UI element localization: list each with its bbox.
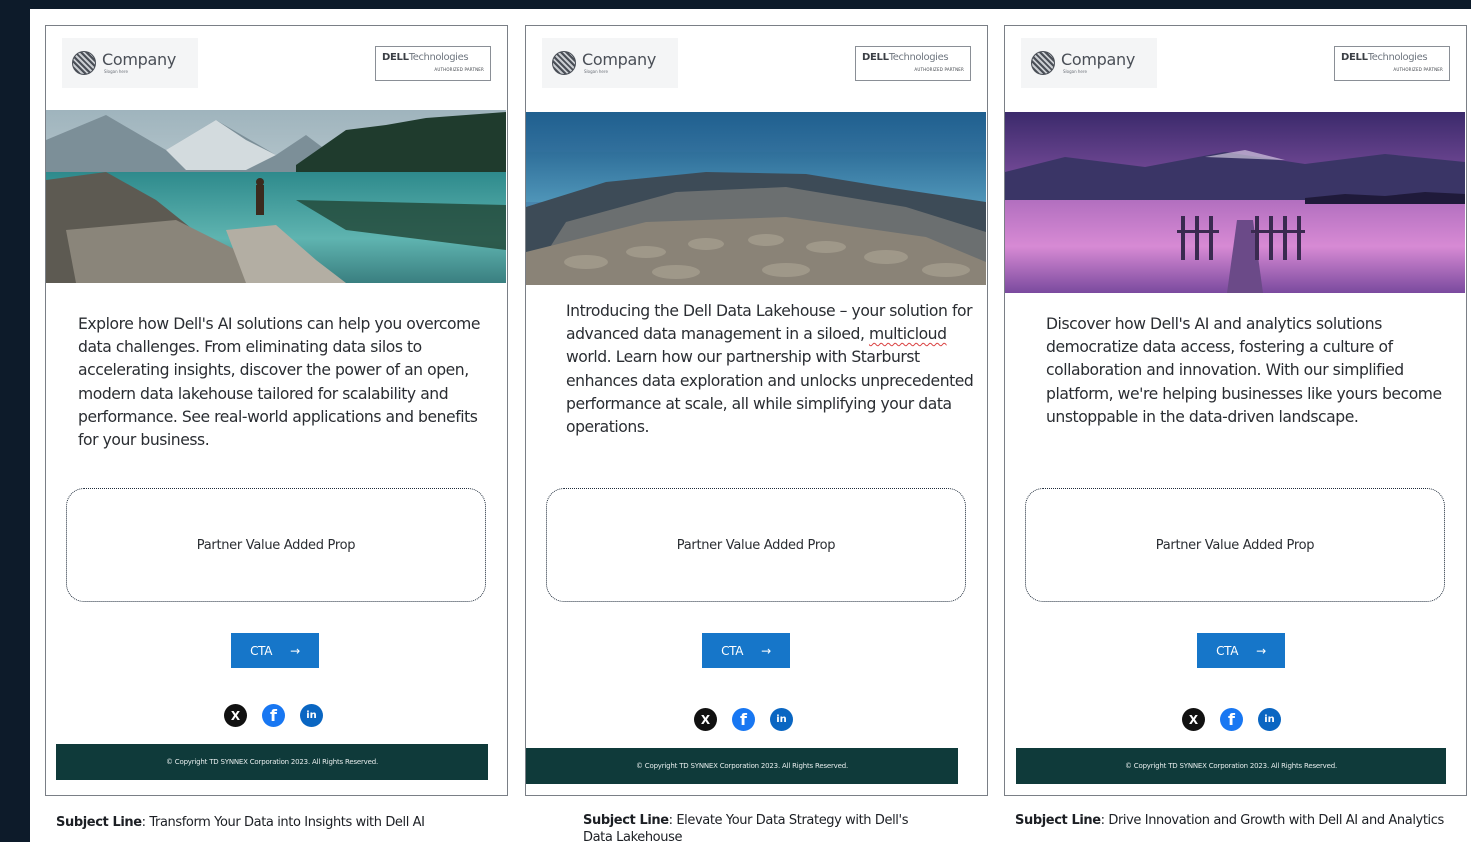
cta-label: CTA xyxy=(250,643,273,658)
cta-button[interactable]: CTA → xyxy=(231,633,319,668)
email-card-1: Company Slogan here DELL Technologies AU… xyxy=(45,25,508,796)
copyright-footer: © Copyright TD SYNNEX Corporation 2023. … xyxy=(56,744,488,780)
subject-line-2: Subject Line: Elevate Your Data Strategy… xyxy=(583,812,938,842)
copyright-footer: © Copyright TD SYNNEX Corporation 2023. … xyxy=(1016,748,1446,784)
email-card-2: Company Slogan here DELL Technologies AU… xyxy=(525,25,988,796)
dell-badge-subtitle: AUTHORIZED PARTNER xyxy=(914,67,964,72)
dell-badge-brand: DELL xyxy=(1341,52,1368,63)
subject-line-3: Subject Line: Drive Innovation and Growt… xyxy=(1015,812,1467,829)
email-header: Company Slogan here DELL Technologies AU… xyxy=(1005,26,1466,110)
subject-line-text: : Drive Innovation and Growth with Dell … xyxy=(1100,813,1445,828)
email-header: Company Slogan here DELL Technologies AU… xyxy=(46,26,507,110)
email-body-text: Discover how Dell's AI and analytics sol… xyxy=(1046,315,1442,426)
partner-value-prop-box: Partner Value Added Prop xyxy=(546,488,966,602)
company-logo: Company Slogan here xyxy=(542,38,678,88)
hero-image-pier-sunset xyxy=(1005,112,1465,293)
dell-partner-badge: DELL Technologies AUTHORIZED PARTNER xyxy=(855,46,971,81)
facebook-icon[interactable]: f xyxy=(1220,708,1243,731)
arrow-right-icon: → xyxy=(1256,643,1266,658)
company-logo-icon xyxy=(1031,51,1055,75)
subject-line-label: Subject Line xyxy=(56,815,142,830)
dell-badge-brand: DELL xyxy=(382,52,409,63)
copyright-footer: © Copyright TD SYNNEX Corporation 2023. … xyxy=(526,748,958,784)
cta-button[interactable]: CTA → xyxy=(1197,633,1285,668)
hero-image-lake xyxy=(46,110,506,283)
social-icons: X f in xyxy=(694,708,793,731)
cta-label: CTA xyxy=(1216,643,1239,658)
email-comparison-canvas: Company Slogan here DELL Technologies AU… xyxy=(30,9,1471,842)
arrow-right-icon: → xyxy=(761,643,771,658)
linkedin-icon[interactable]: in xyxy=(770,708,793,731)
email-body-text: Introducing the Dell Data Lakehouse – yo… xyxy=(566,300,980,439)
subject-line-label: Subject Line xyxy=(583,813,669,828)
dell-badge-technologies: Technologies xyxy=(408,52,469,63)
dell-badge-subtitle: AUTHORIZED PARTNER xyxy=(1393,67,1443,72)
company-logo-tagline: Slogan here xyxy=(584,69,608,74)
linkedin-icon[interactable]: in xyxy=(1258,708,1281,731)
subject-line-text: : Transform Your Data into Insights with… xyxy=(141,815,425,830)
social-icons: X f in xyxy=(1182,708,1281,731)
x-icon[interactable]: X xyxy=(1182,708,1205,731)
hero-image-basalt-coast xyxy=(526,112,986,285)
company-logo-text: Company xyxy=(1061,50,1136,69)
email-card-3: Company Slogan here DELL Technologies AU… xyxy=(1004,25,1467,796)
email-body-text: Explore how Dell's AI solutions can help… xyxy=(78,315,481,450)
email-body-text-part2: world. Learn how our partnership with St… xyxy=(566,348,974,437)
company-logo-text: Company xyxy=(582,50,657,69)
company-logo-tagline: Slogan here xyxy=(1063,69,1087,74)
company-logo-text: Company xyxy=(102,50,177,69)
company-logo: Company Slogan here xyxy=(62,38,198,88)
company-logo-tagline: Slogan here xyxy=(104,69,128,74)
email-header: Company Slogan here DELL Technologies AU… xyxy=(526,26,987,110)
arrow-right-icon: → xyxy=(290,643,300,658)
company-logo-icon xyxy=(552,51,576,75)
subject-line-1: Subject Line: Transform Your Data into I… xyxy=(56,814,496,831)
linkedin-icon[interactable]: in xyxy=(300,704,323,727)
cta-button[interactable]: CTA → xyxy=(702,633,790,668)
partner-value-prop-box: Partner Value Added Prop xyxy=(1025,488,1445,602)
social-icons: X f in xyxy=(224,704,323,727)
company-logo: Company Slogan here xyxy=(1021,38,1157,88)
spellcheck-flagged-word: multicloud xyxy=(868,325,947,344)
partner-value-prop-box: Partner Value Added Prop xyxy=(66,488,486,602)
dell-partner-badge: DELL Technologies AUTHORIZED PARTNER xyxy=(1334,46,1450,81)
dell-badge-technologies: Technologies xyxy=(1367,52,1428,63)
dell-badge-brand: DELL xyxy=(862,52,889,63)
x-icon[interactable]: X xyxy=(224,704,247,727)
x-icon[interactable]: X xyxy=(694,708,717,731)
dell-badge-technologies: Technologies xyxy=(888,52,949,63)
company-logo-icon xyxy=(72,51,96,75)
dell-partner-badge: DELL Technologies AUTHORIZED PARTNER xyxy=(375,46,491,81)
facebook-icon[interactable]: f xyxy=(262,704,285,727)
cta-label: CTA xyxy=(721,643,744,658)
facebook-icon[interactable]: f xyxy=(732,708,755,731)
subject-line-label: Subject Line xyxy=(1015,813,1101,828)
dell-badge-subtitle: AUTHORIZED PARTNER xyxy=(434,67,484,72)
